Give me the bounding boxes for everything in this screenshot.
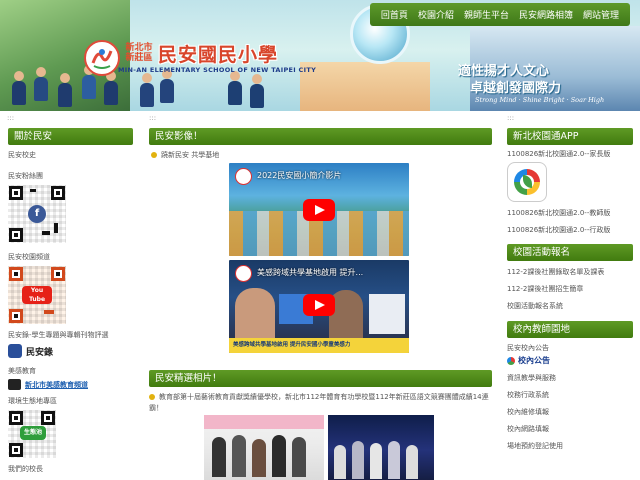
video-2-title[interactable]: 美感跨域共學基地啟用 提升... — [257, 267, 363, 278]
youtube-qr-code[interactable]: You Tube — [8, 266, 66, 324]
right-column: 新北校園通APP 1100826新北校園通2.0--家長版 1100826新北校… — [507, 128, 633, 451]
notice-icon — [507, 356, 515, 365]
about-section-title: 關於民安 — [8, 128, 133, 145]
video-player-1[interactable]: 2022民安國小簡介影片 — [229, 163, 409, 256]
principal-label: 我們的校長 — [8, 465, 43, 473]
staff-section-title: 校內教師園地 — [507, 321, 633, 338]
video-1-title[interactable]: 2022民安國小簡介影片 — [257, 170, 341, 181]
school-english-name: MIN-AN ELEMENTARY SCHOOL OF NEW TAIPEI C… — [118, 66, 317, 74]
arts-channel-link[interactable]: 新北市美感教育頻道 — [8, 379, 133, 390]
left-column: 關於民安 民安校史 民安粉絲團 f 民安校園頻道 You Tube 民安錄-學生… — [8, 128, 133, 474]
school-logo[interactable] — [84, 40, 120, 76]
school-building-image — [300, 62, 430, 111]
app-admin-version-link[interactable]: 1100826新北校園通2.0--行政版 — [507, 225, 633, 235]
play-icon[interactable] — [303, 199, 335, 221]
youtube-icon: You Tube — [22, 286, 52, 304]
arts-channel-text[interactable]: 新北市美感教育頻道 — [25, 380, 88, 390]
channel-logo-icon — [235, 265, 252, 282]
video-player-2[interactable]: 美感跨域共學基地啟用 提升民安國小學童美感力 美感跨域共學基地啟用 提升... — [229, 260, 409, 353]
video-news-item[interactable]: 蹺新民安 共學基地 — [149, 150, 492, 160]
eco-qr-code[interactable]: 生態池 — [8, 410, 56, 458]
school-history-link[interactable]: 民安校史 — [8, 150, 133, 160]
bullet-icon — [149, 394, 155, 400]
campus-channel-label: 民安校園頻道 — [8, 253, 50, 261]
ink-bottle-icon — [8, 344, 22, 358]
arts-education-label: 美感教育 — [8, 367, 36, 375]
play-icon[interactable] — [303, 294, 335, 316]
accesskey-main[interactable]: ::: — [149, 114, 156, 122]
district-label: 新北市新莊區 — [125, 43, 153, 63]
nav-parent-teacher-platform[interactable]: 親師生平台 — [459, 8, 514, 21]
eco-area-label: 環境生態地專區 — [8, 397, 57, 405]
student-record-banner[interactable]: 民安錄 — [8, 344, 133, 358]
school-app-icon[interactable] — [507, 162, 547, 202]
club-enrollment-guide-link[interactable]: 112-2課後社團招生簡章 — [507, 284, 633, 294]
slogan-line-2: 卓越創發國際力 — [470, 81, 562, 96]
facebook-icon: f — [28, 205, 46, 223]
fanpage-qr-code[interactable]: f — [8, 185, 66, 243]
admin-system-link[interactable]: 校務行政系統 — [507, 390, 633, 400]
header-banner: 新北市新莊區 民安國民小學 MIN-AN ELEMENTARY SCHOOL O… — [0, 0, 640, 111]
network-report-link[interactable]: 校內網路填報 — [507, 424, 633, 434]
school-name: 民安國民小學 — [158, 44, 279, 66]
campus-notice-link[interactable]: 校內公告 — [507, 355, 633, 366]
activity-section-title: 校園活動報名 — [507, 244, 633, 261]
app-teacher-version-link[interactable]: 1100826新北校園通2.0--教師版 — [507, 208, 633, 218]
student-record-label: 民安錄-學生專題與專輯刊物評選 — [8, 331, 109, 339]
video-section-title: 民安影像！ — [149, 128, 492, 145]
app-section-title: 新北校園通APP — [507, 128, 633, 145]
it-service-link[interactable]: 資訊教學與服務 — [507, 373, 633, 383]
featured-photo-1[interactable] — [204, 415, 324, 480]
club-admission-list-link[interactable]: 112-2課後社團錄取名單及課表 — [507, 267, 633, 277]
nav-campus-intro[interactable]: 校園介紹 — [413, 8, 459, 21]
bullet-icon — [151, 152, 157, 158]
top-nav: 回首頁 校園介紹 親師生平台 民安網路相簿 網站管理 — [369, 3, 630, 26]
activity-signup-system-link[interactable]: 校園活動報名系統 — [507, 301, 633, 311]
campus-announcement-label[interactable]: 民安校內公告 — [507, 343, 633, 353]
photo-news-item[interactable]: 教育部第十屆藝術教育貢獻獎績優學校，新北市112年體育有功學校暨112年新莊區語… — [149, 392, 492, 414]
photo-section-title: 民安精選相片！ — [149, 370, 492, 387]
nav-photo-album[interactable]: 民安網路相簿 — [514, 8, 578, 21]
slogan-english: Strong Mind · Shine Bright · Soar High — [475, 96, 605, 104]
repair-report-link[interactable]: 校內維修填報 — [507, 407, 633, 417]
film-camera-icon — [8, 379, 21, 390]
venue-booking-link[interactable]: 場地預約登記使用 — [507, 441, 633, 451]
app-parent-version-link[interactable]: 1100826新北校園通2.0--家長版 — [507, 149, 633, 159]
featured-photo-2[interactable] — [328, 415, 434, 480]
video-2-caption: 美感跨域共學基地啟用 提升民安國小學童美感力 — [233, 342, 351, 348]
accesskey-right[interactable]: ::: — [507, 114, 514, 122]
channel-logo-icon — [235, 168, 252, 185]
main-column: 民安影像！ 蹺新民安 共學基地 2022民安國小簡介影片 美感跨域共學基地啟用 … — [149, 128, 492, 480]
nav-site-admin[interactable]: 網站管理 — [578, 8, 624, 21]
student-record-badge: 民安錄 — [26, 347, 54, 358]
eco-pond-badge: 生態池 — [20, 426, 46, 440]
fanpage-label: 民安粉絲團 — [8, 172, 43, 180]
accesskey-left[interactable]: ::: — [7, 114, 14, 122]
nav-home[interactable]: 回首頁 — [376, 8, 413, 21]
